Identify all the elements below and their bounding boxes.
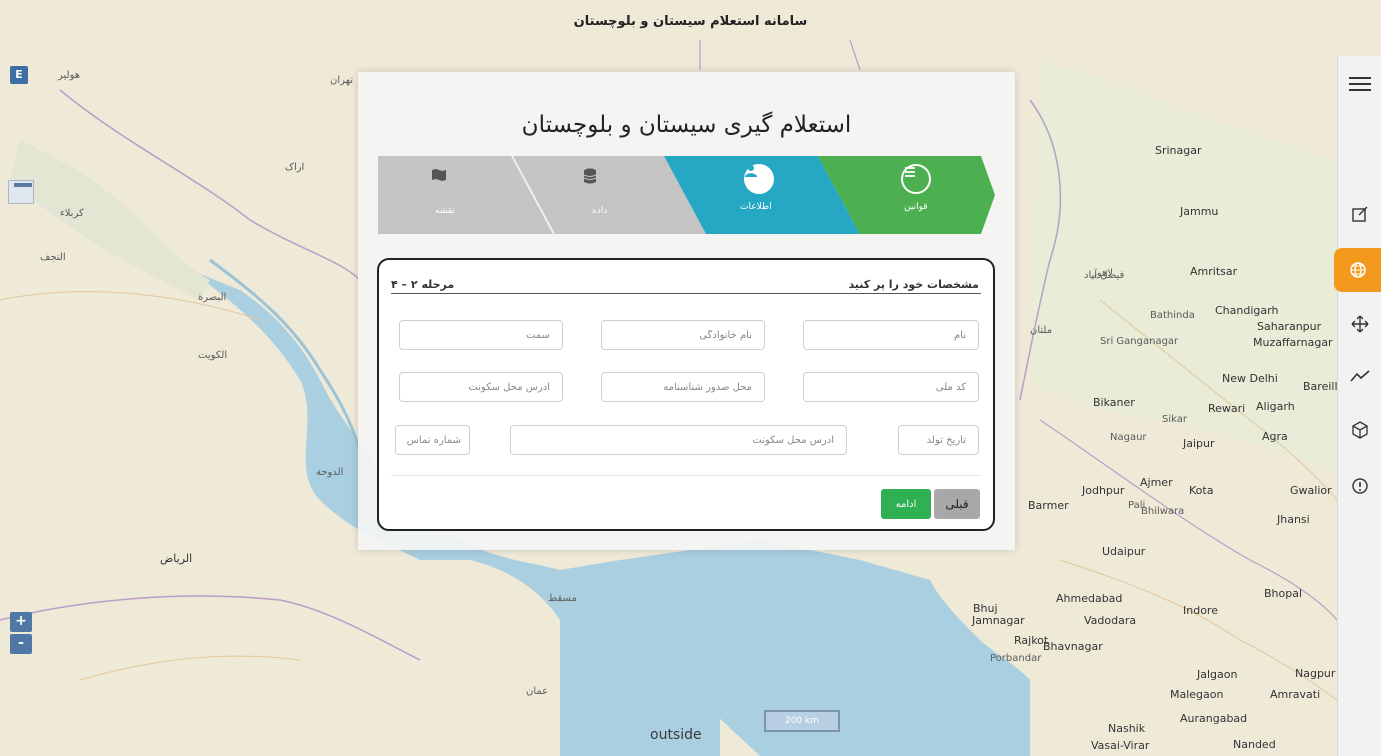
map-label: Muzaffarnagar [1253, 336, 1333, 349]
chart-line-icon[interactable] [1338, 358, 1381, 394]
map-label: Rewari [1208, 402, 1246, 415]
map-label: Jalgaon [1197, 668, 1238, 681]
step-label-map: نقشه [435, 206, 455, 216]
menu-icon[interactable] [1338, 66, 1381, 102]
address-field-1[interactable] [399, 372, 563, 402]
next-button[interactable]: ادامه [881, 489, 931, 519]
birth-date-field[interactable] [898, 425, 979, 455]
map-label: Bhopal [1264, 587, 1303, 600]
map-label: Bathinda [1150, 310, 1195, 321]
app-title: سامانه استعلام سیستان و بلوچستان [573, 14, 808, 29]
map-label: Bhuj [973, 602, 998, 615]
map-label: Nagpur [1295, 667, 1336, 680]
map-label: البصرة [198, 292, 227, 303]
form-card: مشخصات خود را پر کنید مرحله ۲ – ۴ ادامه … [377, 258, 995, 531]
map-label: الرياض [160, 552, 193, 565]
map-label: Aurangabad [1180, 712, 1248, 725]
step-label-info: اطلاعات [740, 202, 772, 212]
first-name-field[interactable] [803, 320, 979, 350]
map-label: Vadodara [1084, 614, 1137, 627]
map-label: Ajmer [1140, 476, 1173, 489]
cube-icon[interactable] [1338, 412, 1381, 448]
map-label: Malegaon [1170, 688, 1224, 701]
wizard-steps: نقشه داده اطلاعات قوانین [378, 156, 995, 234]
globe-icon[interactable] [1334, 248, 1381, 292]
map-label: Amravati [1270, 688, 1321, 701]
zoom-control: + - [10, 612, 32, 656]
form-footer-divider [391, 475, 981, 476]
map-icon [431, 168, 463, 200]
map-label: Bhilwara [1141, 506, 1185, 517]
map-layer-chip-bar [14, 183, 32, 187]
position-field[interactable] [399, 320, 563, 350]
map-label: Porbandar [990, 653, 1042, 664]
panel-title: استعلام گیری سیستان و بلوچستان [521, 112, 852, 138]
map-label: ملتان [1030, 325, 1053, 336]
user-icon [744, 164, 774, 194]
previous-button[interactable]: قبلی [934, 489, 980, 519]
map-label: Nagaur [1110, 432, 1147, 443]
form-title-divider [391, 293, 981, 294]
map-label: New Delhi [1222, 372, 1278, 385]
zoom-out-button[interactable]: - [10, 634, 32, 654]
map-label: Agra [1262, 430, 1288, 443]
info-icon[interactable] [1338, 468, 1381, 504]
map-label: Indore [1183, 604, 1218, 617]
form-title: مشخصات خود را پر کنید [848, 278, 979, 291]
map-label: Nashik [1108, 722, 1146, 735]
map-scale-bar: 200 km [764, 710, 840, 732]
outside-label: outside [650, 727, 702, 743]
map-label: Jammu [1180, 205, 1219, 218]
database-icon [583, 168, 615, 200]
phone-field[interactable] [395, 425, 470, 455]
map-label: Jaipur [1183, 437, 1215, 450]
zoom-in-button[interactable]: + [10, 612, 32, 632]
map-label: Udaipur [1102, 545, 1146, 558]
map-label: Barmer [1028, 499, 1069, 512]
map-label: Jamnagar [972, 614, 1025, 627]
list-icon [901, 164, 931, 194]
move-icon[interactable] [1338, 306, 1381, 342]
map-label: اراک [285, 162, 305, 173]
national-code-field[interactable] [803, 372, 979, 402]
map-label: هولير [58, 70, 81, 81]
last-name-field[interactable] [601, 320, 765, 350]
map-label: فیصل آباد [1084, 270, 1125, 281]
map-label: عمان [526, 686, 549, 697]
map-label: Aligarh [1256, 400, 1295, 413]
right-toolbar [1334, 56, 1381, 756]
map-label: Bhavnagar [1043, 640, 1103, 653]
map-e-button[interactable]: E [10, 66, 28, 84]
map-label: Nanded [1233, 738, 1276, 751]
map-label: الدوحة [316, 467, 344, 478]
id-issue-place-field[interactable] [601, 372, 765, 402]
edit-icon[interactable] [1338, 196, 1381, 232]
map-label: Srinagar [1155, 144, 1202, 157]
map-label: Jhansi [1277, 513, 1310, 526]
map-label: Gwalior [1290, 484, 1332, 497]
map-label: تهران [330, 75, 354, 86]
map-label: Chandigarh [1215, 304, 1279, 317]
map-label: مسقط [548, 593, 577, 604]
map-label: Bikaner [1093, 396, 1135, 409]
map-label: Kota [1189, 484, 1214, 497]
map-label: النجف [40, 252, 66, 263]
map-label: Vasai-Virar [1091, 739, 1150, 752]
map-label: Saharanpur [1257, 320, 1322, 333]
step-label-data: داده [592, 206, 608, 216]
map-label: Ahmedabad [1056, 592, 1123, 605]
map-label: Jodhpur [1082, 484, 1125, 497]
address-field-2[interactable] [510, 425, 847, 455]
form-step-indicator: مرحله ۲ – ۴ [391, 278, 455, 291]
map-label: کربلاء [60, 208, 84, 219]
map-label: Amritsar [1190, 265, 1238, 278]
step-label-rules: قوانین [904, 202, 928, 212]
map-label: Sikar [1162, 414, 1187, 425]
map-label: Sri Ganganagar [1100, 336, 1179, 347]
map-label: الكويت [198, 350, 228, 361]
